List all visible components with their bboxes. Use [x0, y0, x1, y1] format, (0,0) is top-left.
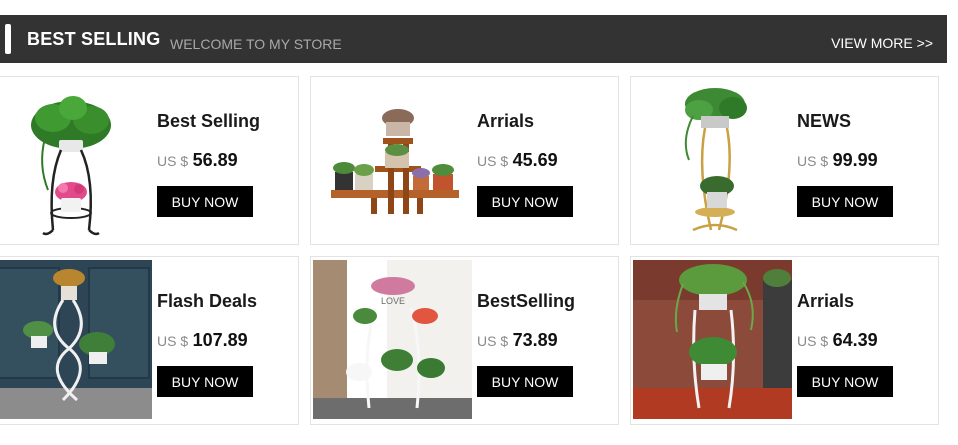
wooden-plant-stand-icon[interactable] [313, 80, 469, 241]
product-price: 64.39 [832, 330, 878, 350]
product-card[interactable]: Flash Deals US $ 107.89 BUY NOW [0, 256, 299, 425]
buy-now-button[interactable]: BUY NOW [157, 366, 253, 397]
section-title: BEST SELLING [27, 29, 161, 49]
price-row: US $ 64.39 [797, 330, 878, 351]
currency-label: US $ [797, 333, 829, 349]
product-price: 45.69 [512, 150, 558, 170]
section-header: BEST SELLING WELCOME TO MY STORE VIEW MO… [0, 15, 947, 63]
product-price: 107.89 [192, 330, 248, 350]
price-row: US $ 56.89 [157, 150, 238, 171]
currency-label: US $ [797, 153, 829, 169]
white-plant-stand-icon[interactable]: LOVE [313, 260, 472, 419]
currency-label: US $ [477, 333, 509, 349]
header-accent-bar [5, 24, 11, 54]
section-subtitle: WELCOME TO MY STORE [170, 36, 342, 52]
product-card[interactable]: Arrials US $ 45.69 BUY NOW [310, 76, 619, 245]
product-name[interactable]: Flash Deals [157, 291, 257, 312]
buy-now-button[interactable]: BUY NOW [477, 186, 573, 217]
product-name[interactable]: Arrials [797, 291, 854, 312]
view-more-link[interactable]: VIEW MORE >> [831, 35, 933, 51]
currency-label: US $ [157, 153, 189, 169]
product-name[interactable]: Arrials [477, 111, 534, 132]
product-name[interactable]: NEWS [797, 111, 851, 132]
product-price: 73.89 [512, 330, 558, 350]
currency-label: US $ [477, 153, 509, 169]
price-row: US $ 99.99 [797, 150, 878, 171]
buy-now-button[interactable]: BUY NOW [797, 186, 893, 217]
buy-now-button[interactable]: BUY NOW [157, 186, 253, 217]
buy-now-button[interactable]: BUY NOW [477, 366, 573, 397]
product-card[interactable]: LOVE BestSelling US $ 73.89 BUY NOW [310, 256, 619, 425]
product-name[interactable]: Best Selling [157, 111, 260, 132]
product-card[interactable]: Arrials US $ 64.39 BUY NOW [630, 256, 939, 425]
product-name[interactable]: BestSelling [477, 291, 575, 312]
gold-plant-stand-icon[interactable] [633, 80, 789, 241]
product-price: 99.99 [832, 150, 878, 170]
tiered-plant-stand-icon[interactable] [633, 260, 792, 419]
buy-now-button[interactable]: BUY NOW [797, 366, 893, 397]
metal-plant-stand-icon[interactable] [0, 80, 149, 241]
price-row: US $ 45.69 [477, 150, 558, 171]
product-price: 56.89 [192, 150, 238, 170]
price-row: US $ 107.89 [157, 330, 248, 351]
svg-text:LOVE: LOVE [381, 296, 405, 306]
product-card[interactable]: NEWS US $ 99.99 BUY NOW [630, 76, 939, 245]
currency-label: US $ [157, 333, 189, 349]
product-card[interactable]: Best Selling US $ 56.89 BUY NOW [0, 76, 299, 245]
scroll-plant-stand-icon[interactable] [0, 260, 152, 419]
price-row: US $ 73.89 [477, 330, 558, 351]
